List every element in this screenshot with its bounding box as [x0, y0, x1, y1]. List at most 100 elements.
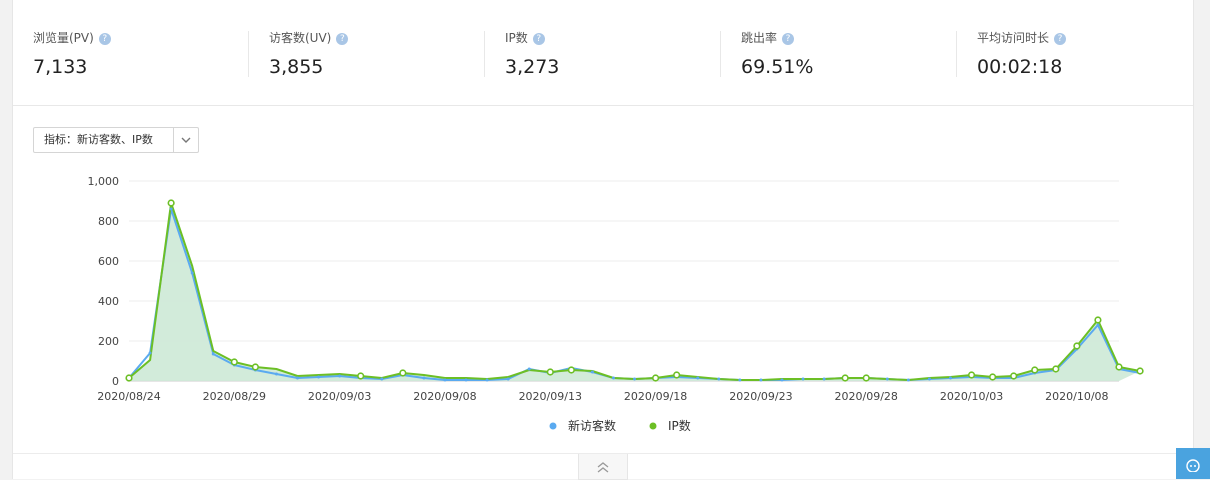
data-point-new-visitors — [338, 374, 342, 378]
data-point-ip[interactable] — [399, 369, 407, 377]
data-point-ip[interactable] — [125, 374, 133, 382]
report-panel: 浏览量(PV)? 7,133 访客数(UV)? 3,855 IP数? 3,273… — [12, 0, 1194, 480]
metric-selector-label: 指标： — [44, 133, 77, 146]
data-point-ip[interactable] — [251, 363, 259, 371]
kpi-uv-label: 访客数(UV) — [269, 31, 332, 45]
kpi-uv: 访客数(UV)? 3,855 — [269, 30, 349, 80]
x-tick-label: 2020/08/24 — [97, 390, 160, 403]
data-point-new-visitors — [274, 372, 278, 376]
kpi-bounce-value: 69.51% — [741, 56, 814, 78]
data-point-ip[interactable] — [651, 374, 660, 382]
area-fill — [129, 203, 1141, 381]
kpi-duration: 平均访问时长? 00:02:18 — [977, 30, 1067, 80]
data-point-new-visitors — [738, 378, 742, 382]
x-tick-label: 2020/10/08 — [1045, 390, 1108, 403]
legend-marker-new-visitors — [549, 422, 557, 430]
data-point-ip[interactable] — [1073, 342, 1081, 350]
y-tick-label: 600 — [98, 255, 119, 268]
data-point-ip[interactable] — [1010, 372, 1018, 380]
summary-bar: 浏览量(PV)? 7,133 访客数(UV)? 3,855 IP数? 3,273… — [13, 0, 1193, 106]
x-tick-label: 2020/09/18 — [624, 390, 687, 403]
x-tick-label: 2020/09/08 — [413, 390, 476, 403]
kpi-bounce: 跳出率? 69.51% — [741, 30, 813, 80]
data-point-ip[interactable] — [1115, 363, 1123, 371]
x-tick-label: 2020/09/03 — [308, 390, 371, 403]
data-point-ip[interactable] — [862, 374, 870, 382]
data-point-ip[interactable] — [673, 371, 681, 379]
question-icon[interactable]: ? — [532, 32, 545, 45]
data-point-ip[interactable] — [546, 368, 554, 376]
data-point-new-visitors — [1096, 323, 1100, 327]
data-point-new-visitors — [211, 352, 215, 356]
kpi-duration-value: 00:02:18 — [977, 56, 1063, 78]
x-tick-label: 2020/09/28 — [835, 390, 898, 403]
data-point-ip[interactable] — [841, 374, 849, 382]
kpi-ip: IP数? 3,273 — [505, 30, 559, 80]
collapse-button[interactable] — [578, 454, 628, 480]
divider — [248, 31, 249, 77]
data-point-ip[interactable] — [1031, 366, 1039, 374]
legend-marker-ip — [649, 422, 657, 430]
data-point-new-visitors — [422, 376, 426, 380]
metric-selector[interactable]: 指标：新访客数、IP数 — [33, 127, 199, 153]
double-chevron-up-icon — [597, 462, 609, 473]
question-icon[interactable]: ? — [336, 32, 349, 45]
kpi-duration-label: 平均访问时长 — [977, 31, 1050, 45]
metric-selector-value: 新访客数、IP数 — [77, 133, 153, 146]
data-point-new-visitors — [380, 377, 384, 381]
data-point-new-visitors — [190, 271, 194, 275]
data-point-ip[interactable] — [967, 371, 976, 379]
y-tick-label: 0 — [112, 375, 119, 388]
trend-chart: 0 200 400 600 800 1,000 2020/08/24 2020/08/29 20… — [88, 175, 1144, 433]
series-line-ip — [128, 202, 1141, 381]
data-point-new-visitors — [464, 378, 468, 382]
chevron-down-icon[interactable] — [173, 128, 198, 152]
y-tick-label: 800 — [98, 215, 119, 228]
data-point-ip[interactable] — [1094, 316, 1102, 324]
series-line-new-visitors — [128, 208, 1141, 381]
kpi-bounce-label: 跳出率 — [741, 31, 778, 45]
data-point-ip[interactable] — [567, 366, 575, 374]
x-tick-label: 2020/09/23 — [729, 390, 792, 403]
data-point-new-visitors — [801, 377, 805, 381]
legend-label-ip[interactable]: IP数 — [668, 418, 691, 433]
kpi-uv-value: 3,855 — [269, 56, 324, 78]
data-point-ip[interactable] — [357, 372, 365, 380]
data-point-ip[interactable] — [167, 199, 175, 207]
data-point-new-visitors — [296, 376, 300, 380]
data-point-ip[interactable] — [1052, 365, 1060, 373]
data-point-new-visitors — [696, 376, 700, 380]
metric-selector-text: 指标：新访客数、IP数 — [44, 128, 153, 152]
data-point-new-visitors — [485, 378, 489, 382]
data-point-new-visitors — [822, 377, 826, 381]
divider — [720, 31, 721, 77]
help-float-button[interactable] — [1176, 448, 1210, 479]
data-point-new-visitors — [611, 376, 615, 380]
data-point-new-visitors — [527, 367, 531, 371]
legend-label-new-visitors[interactable]: 新访客数 — [568, 418, 616, 433]
x-tick-label: 2020/09/13 — [519, 390, 582, 403]
data-point-new-visitors — [885, 377, 889, 381]
kpi-ip-label: IP数 — [505, 31, 528, 45]
data-point-ip[interactable] — [1136, 367, 1144, 375]
data-point-new-visitors — [759, 378, 763, 382]
data-point-new-visitors — [506, 377, 510, 381]
data-point-new-visitors — [948, 376, 952, 380]
data-point-new-visitors — [906, 378, 910, 382]
data-point-ip[interactable] — [230, 358, 238, 366]
data-point-new-visitors — [633, 377, 637, 381]
data-point-ip[interactable] — [989, 373, 997, 381]
y-tick-label: 400 — [98, 295, 119, 308]
question-icon[interactable]: ? — [1054, 32, 1067, 45]
question-icon[interactable]: ? — [782, 32, 795, 45]
data-point-new-visitors — [148, 351, 152, 355]
y-tick-label: 1,000 — [88, 175, 120, 188]
question-icon[interactable]: ? — [98, 32, 111, 45]
data-point-new-visitors — [717, 377, 721, 381]
data-point-new-visitors — [927, 377, 931, 381]
data-point-new-visitors — [169, 207, 173, 211]
y-tick-label: 200 — [98, 335, 119, 348]
kpi-pv-label: 浏览量(PV) — [33, 31, 94, 45]
data-point-new-visitors — [590, 370, 594, 374]
help-headset-icon — [1186, 459, 1200, 472]
